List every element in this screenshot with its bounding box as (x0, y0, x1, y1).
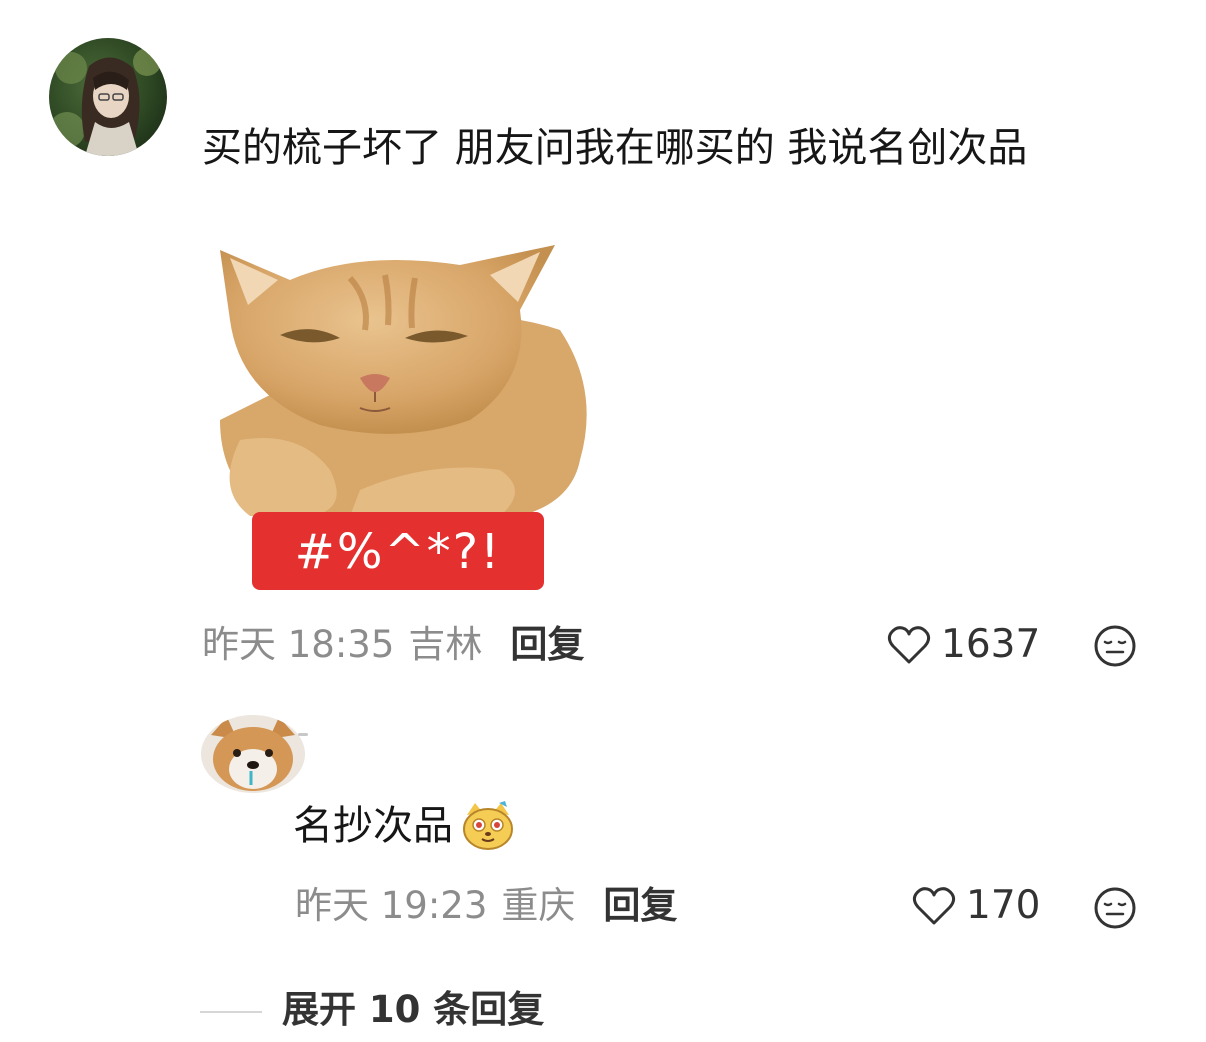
reply-meta: 昨天 19:23 重庆 回复 (295, 881, 677, 931)
reply-reply-button[interactable]: 回复 (603, 884, 677, 927)
heart-outline-icon (887, 626, 931, 664)
comment-meta: 昨天 18:35 吉林 回复 (202, 620, 584, 670)
comment-like-count: 1637 (941, 622, 1041, 667)
reply-location: 重庆 (501, 884, 576, 927)
reply-text-content: 名抄次品 (293, 803, 453, 849)
neutral-face-icon (1094, 887, 1136, 929)
reply-username-placeholder (298, 733, 308, 736)
expand-divider (200, 1011, 262, 1013)
comment-like-button[interactable]: 1637 (887, 620, 1040, 670)
doge-face-emoji-icon (463, 801, 513, 850)
commenter-avatar[interactable] (49, 38, 167, 156)
reply-like-button[interactable]: 170 (912, 881, 1040, 931)
comment-emoji-button[interactable] (1093, 624, 1137, 668)
user-avatar-illustrated-icon (49, 38, 167, 156)
reply-text: 名抄次品 (293, 798, 515, 854)
cat-sticker-image[interactable]: #%^*?! (200, 220, 592, 598)
reply-time: 昨天 19:23 (295, 884, 488, 927)
comment-location: 吉林 (408, 623, 483, 666)
heart-outline-icon (912, 887, 956, 925)
comment-text: 买的梳子坏了 朋友问我在哪买的 我说名创次品 (202, 125, 1028, 171)
reply-emoji-button[interactable] (1093, 886, 1137, 930)
reply-like-count: 170 (966, 883, 1041, 928)
neutral-face-icon (1094, 625, 1136, 667)
expand-replies-button[interactable]: 展开 10 条回复 (282, 985, 544, 1035)
reply-avatar[interactable] (201, 715, 305, 793)
sticker-caption: #%^*?! (295, 524, 502, 580)
shiba-dog-avatar-icon (201, 715, 305, 793)
comment-time: 昨天 18:35 (202, 623, 395, 666)
reply-button[interactable]: 回复 (510, 623, 584, 666)
